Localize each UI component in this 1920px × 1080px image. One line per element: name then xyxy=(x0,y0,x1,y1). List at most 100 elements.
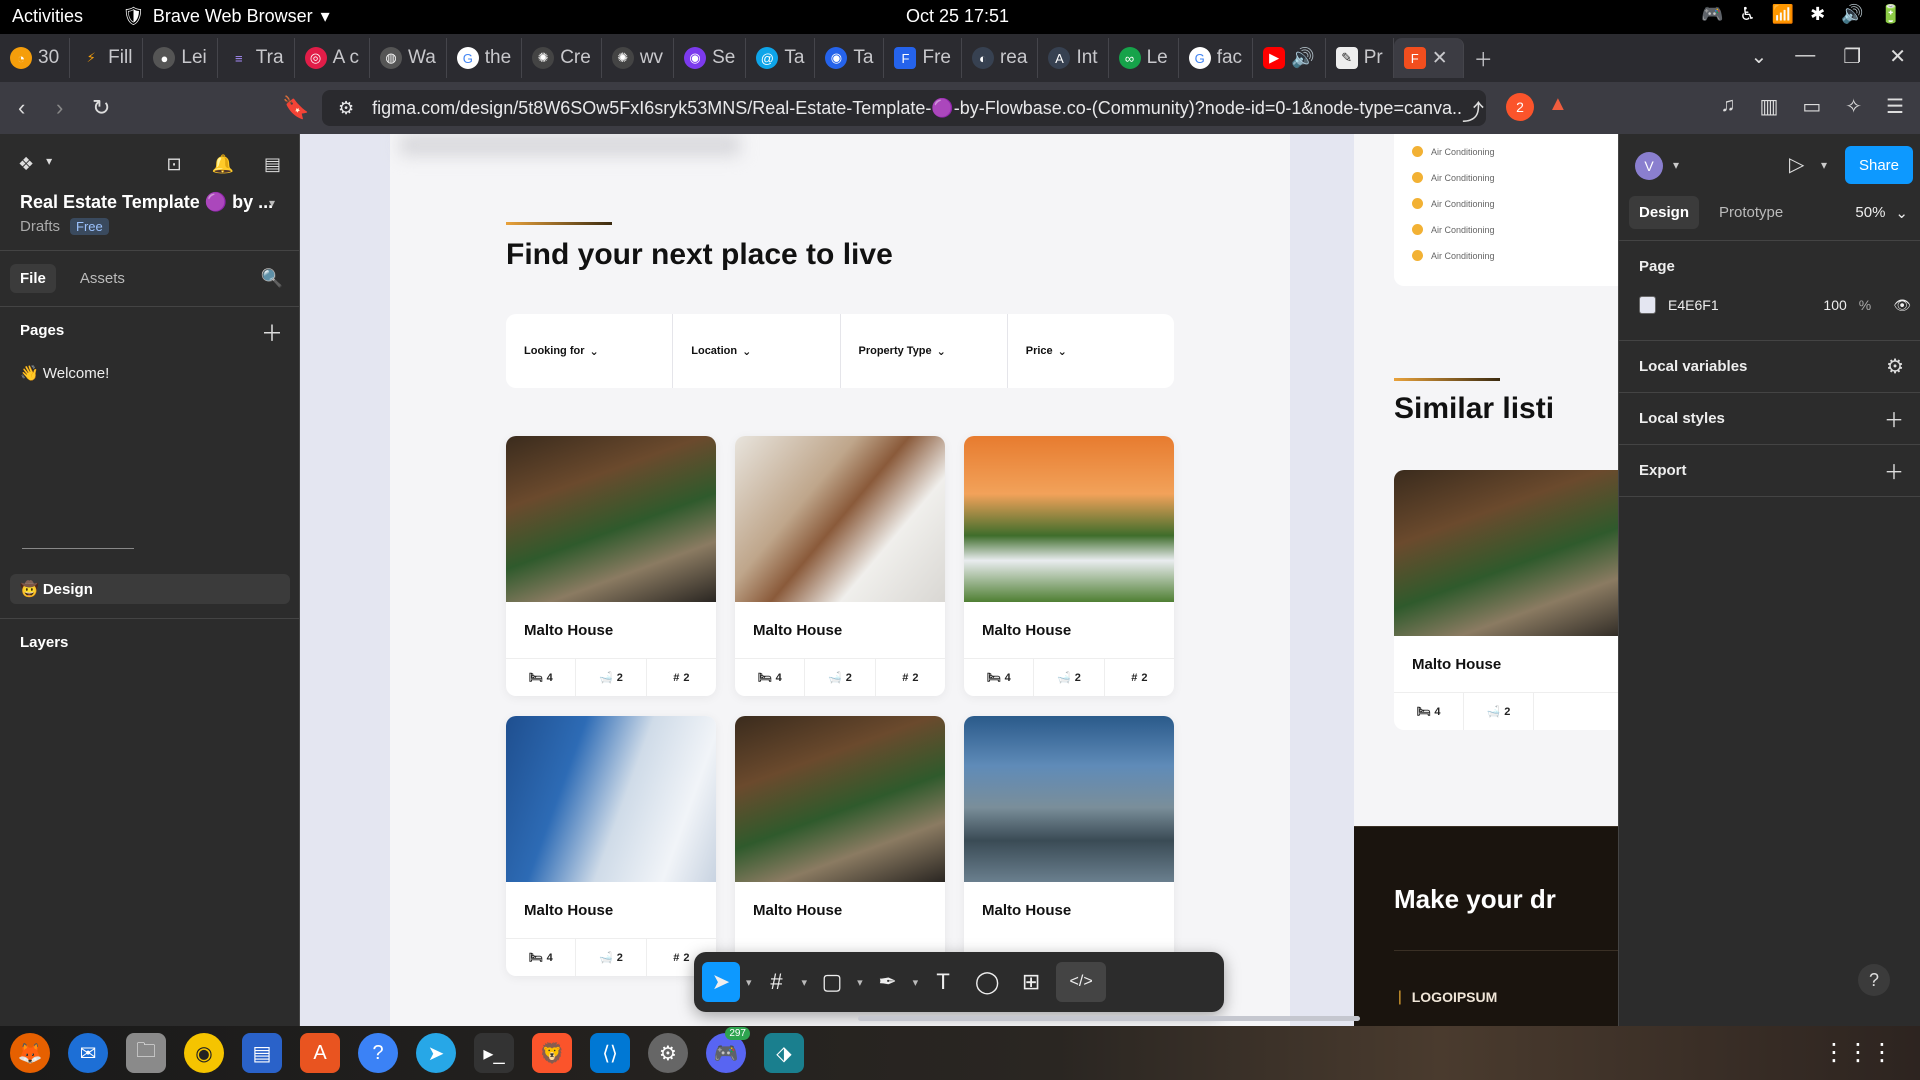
filter-location[interactable]: Location ⌄ xyxy=(673,314,841,388)
browser-tab-active[interactable]: F ✕ xyxy=(1393,38,1464,78)
rhythmbox-icon[interactable]: ◉ xyxy=(184,1033,224,1073)
activities-button[interactable]: Activities xyxy=(12,6,83,27)
show-apps-icon[interactable]: ⋮⋮⋮ xyxy=(1822,1038,1894,1067)
listing-card[interactable]: Malto House 🛏 4 🛁 2 xyxy=(1394,470,1618,730)
chevron-down-icon[interactable]: ▾ xyxy=(913,976,919,989)
listing-card[interactable]: Malto House xyxy=(735,716,945,976)
wallet-icon[interactable]: ▭ xyxy=(1802,94,1821,119)
add-export-icon[interactable]: ＋ xyxy=(1884,456,1904,485)
text-tool[interactable]: T xyxy=(924,962,962,1002)
volume-icon[interactable]: 🔊 xyxy=(1841,4,1863,25)
filter-property-type[interactable]: Property Type ⌄ xyxy=(841,314,1008,388)
local-variables-heading[interactable]: Local variables xyxy=(1639,358,1747,375)
bluetooth-icon[interactable]: ✱ xyxy=(1810,4,1825,25)
new-tab-button[interactable]: ＋ xyxy=(1464,38,1504,78)
opacity-input[interactable]: 100 xyxy=(1800,297,1846,313)
filter-looking-for[interactable]: Looking for ⌄ xyxy=(506,314,674,388)
brave-icon[interactable]: 🦁 xyxy=(532,1033,572,1073)
maximize-icon[interactable]: ❐ xyxy=(1843,44,1861,69)
browser-tab[interactable]: A Int xyxy=(1038,38,1109,78)
browser-tab[interactable]: ✺ wv xyxy=(602,38,675,78)
browser-tab[interactable]: Gthe xyxy=(447,38,523,78)
page-color-row[interactable]: E4E6F1 100 % 👁 xyxy=(1639,290,1911,320)
toggle-ui-icon[interactable]: ▤ xyxy=(264,154,281,175)
dev-mode-toggle[interactable]: </> xyxy=(1056,962,1107,1002)
accessibility-icon[interactable]: ♿ xyxy=(1740,4,1756,25)
brave-shields-icon[interactable]: 2 xyxy=(1506,93,1534,121)
listing-card[interactable]: Malto House 🛏 4 🛁 2 #2 xyxy=(964,436,1174,696)
telegram-icon[interactable]: ➤ xyxy=(416,1033,456,1073)
listing-card[interactable]: Malto House 🛏 4 🛁 2 #2 xyxy=(735,436,945,696)
close-tab-icon[interactable]: ✕ xyxy=(1432,47,1448,70)
browser-tab[interactable]: Gfac xyxy=(1179,38,1254,78)
chevron-down-icon[interactable]: ▾ xyxy=(269,196,275,210)
chevron-down-icon[interactable]: ▾ xyxy=(802,976,808,989)
app-menu[interactable]: 🛡 Brave Web Browser ▾ xyxy=(122,6,330,27)
browser-tab[interactable]: ∞ Le xyxy=(1109,38,1179,78)
settings-icon[interactable]: ⚙ xyxy=(648,1033,688,1073)
figma-logo-icon[interactable]: ❖ xyxy=(18,154,34,175)
tab-prototype[interactable]: Prototype xyxy=(1709,196,1793,229)
browser-tab[interactable]: ◉ Se xyxy=(674,38,747,78)
add-style-icon[interactable]: ＋ xyxy=(1884,404,1904,433)
browser-tab[interactable]: ◐ rea xyxy=(962,38,1039,78)
browser-tab[interactable]: @ Ta xyxy=(746,38,816,78)
page-welcome[interactable]: 👋 Welcome! xyxy=(20,364,109,382)
share-icon[interactable]: ⤴ xyxy=(1462,95,1484,127)
listing-card[interactable]: Malto House 🛏 4 🛁 2 #2 xyxy=(506,716,716,976)
minimize-icon[interactable]: — xyxy=(1795,44,1815,69)
forward-icon[interactable]: › xyxy=(56,95,63,121)
browser-tab[interactable]: F Fre xyxy=(884,38,962,78)
comment-tool[interactable]: ◯ xyxy=(968,962,1006,1002)
browser-tab[interactable]: ◍ Wa xyxy=(370,38,447,78)
page-design[interactable]: 🤠 Design xyxy=(10,574,290,604)
main-menu[interactable]: ❖ ▾ xyxy=(18,154,52,175)
chevron-down-icon[interactable]: ▾ xyxy=(746,976,752,989)
notification-bell-icon[interactable]: 🔔 xyxy=(212,154,234,175)
back-icon[interactable]: ‹ xyxy=(18,95,25,121)
horizontal-scrollbar[interactable] xyxy=(858,1016,1360,1021)
thunderbird-icon[interactable]: ✉ xyxy=(68,1033,108,1073)
chevron-down-icon[interactable]: ▾ xyxy=(857,976,863,989)
variables-settings-icon[interactable]: ⚙ xyxy=(1886,354,1904,379)
color-swatch[interactable] xyxy=(1639,296,1657,314)
share-button[interactable]: Share xyxy=(1845,146,1913,184)
system-tray[interactable]: 🎮 ♿ 📶 ✱ 🔊 🔋 xyxy=(1701,4,1902,25)
search-icon[interactable]: 🔍 xyxy=(261,268,283,289)
files-icon[interactable]: 🗀 xyxy=(126,1033,166,1073)
tab-design[interactable]: Design xyxy=(1629,196,1700,229)
browser-tab[interactable]: ◎ A c xyxy=(295,38,370,78)
pen-tool[interactable]: ✒ xyxy=(869,962,907,1002)
app-center-icon[interactable]: A xyxy=(300,1033,340,1073)
sidebar-icon[interactable]: ▥ xyxy=(1759,94,1778,119)
browser-tab[interactable]: ▶ 🔊 xyxy=(1253,38,1326,78)
discord-icon[interactable]: 🎮 297 xyxy=(706,1027,750,1073)
wifi-icon[interactable]: 📶 xyxy=(1772,4,1794,25)
bookmark-icon[interactable]: 🔖 xyxy=(282,95,309,121)
tab-assets[interactable]: Assets xyxy=(70,264,135,293)
help-button[interactable]: ? xyxy=(1858,964,1890,996)
add-page-icon[interactable]: ＋ xyxy=(261,316,283,348)
writer-icon[interactable]: ▤ xyxy=(242,1033,282,1073)
zoom-control[interactable]: 50% ⌄ xyxy=(1855,204,1908,222)
move-tool[interactable]: ➤ xyxy=(702,962,740,1002)
close-window-icon[interactable]: ✕ xyxy=(1889,44,1906,69)
anydesk-icon[interactable]: ⬗ xyxy=(764,1033,804,1073)
chevron-down-icon[interactable]: ▾ xyxy=(1673,158,1679,172)
menu-icon[interactable]: ☰ xyxy=(1886,94,1904,119)
eye-icon[interactable]: 👁 xyxy=(1893,297,1911,314)
terminal-icon[interactable]: ▸_ xyxy=(474,1033,514,1073)
color-hex-input[interactable]: E4E6F1 xyxy=(1668,297,1800,313)
firefox-icon[interactable]: 🦊 xyxy=(10,1033,50,1073)
design-canvas[interactable]: Find your next place to live Looking for… xyxy=(300,134,1618,1026)
page-frame[interactable]: Find your next place to live Looking for… xyxy=(390,134,1290,1026)
present-play-icon[interactable]: ▷ xyxy=(1789,152,1804,177)
brave-rewards-icon[interactable]: ▲ xyxy=(1548,93,1576,121)
listing-card[interactable]: Malto House xyxy=(964,716,1174,976)
browser-tab[interactable]: ✺ Cre xyxy=(522,38,602,78)
battery-icon[interactable]: 🔋 xyxy=(1880,4,1902,25)
browser-tab[interactable]: ✎ Pr xyxy=(1326,38,1394,78)
filter-price[interactable]: Price ⌄ xyxy=(1008,314,1174,388)
plan-badge[interactable]: Free xyxy=(70,218,109,235)
property-detail-frame[interactable]: Air Conditioning Air Conditioning Air Co… xyxy=(1354,134,1618,1026)
